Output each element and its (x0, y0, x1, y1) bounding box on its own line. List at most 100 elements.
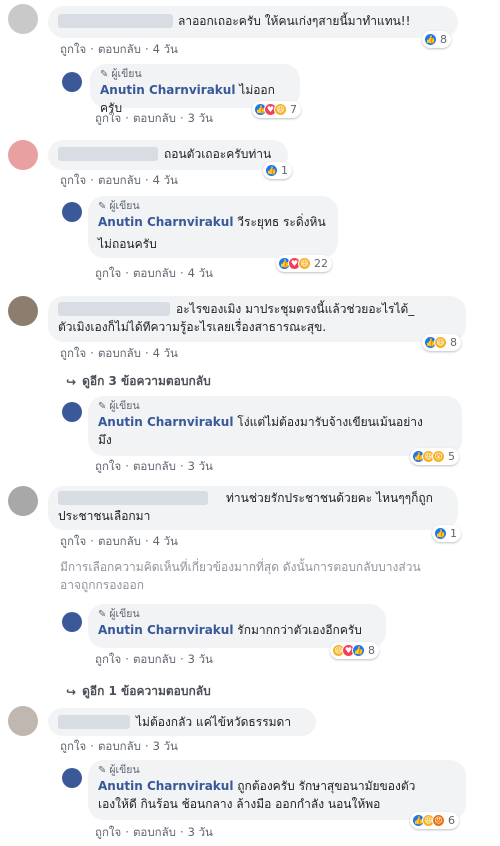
reply-link[interactable]: ตอบกลับ (133, 111, 176, 125)
author-name[interactable]: Anutin Charnvirakul (98, 779, 233, 793)
comment-text: ไม่ต้องกลัว แค่ไข้หวัดธรรมดา (136, 715, 292, 729)
like-link[interactable]: ถูกใจ (60, 42, 86, 56)
reply-link[interactable]: ตอบกลับ (133, 459, 176, 473)
comment-actions: ถูกใจ · ตอบกลับ · 4 วัน (60, 42, 178, 56)
reaction-summary[interactable]: 👍 😆 😠 6 (410, 812, 459, 829)
reaction-summary[interactable]: 👍 ♥ 😆 7 (252, 101, 301, 118)
reply-actions: ถูกใจ · ตอบกลับ · 4 วัน (95, 266, 213, 280)
pencil-icon: ✎ (98, 401, 107, 412)
reply-text: รักมากกว่าตัวเองอีกครับ (237, 623, 362, 637)
reaction-summary[interactable]: 👍 1 (263, 162, 292, 179)
author-name[interactable]: Anutin Charnvirakul (98, 623, 233, 637)
reply-bubble: ✎ ผู้เขียน Anutin Charnvirakul วีระยุทธ ร… (88, 196, 338, 258)
author-badge: ผู้เขียน (109, 200, 140, 212)
like-link[interactable]: ถูกใจ (95, 825, 121, 839)
comment-actions: ถูกใจ · ตอบกลับ · 4 วัน (60, 346, 178, 360)
reply-link[interactable]: ตอบกลับ (98, 173, 141, 187)
reaction-summary[interactable]: 👍 😆 8 (422, 334, 461, 351)
reply-link[interactable]: ตอบกลับ (133, 652, 176, 666)
comment-bubble: อะไรของเมิง มาประชุมตรงนี้แล้วช่วยอะไรได… (48, 296, 466, 342)
reaction-summary[interactable]: 👍 😆 😮 5 (410, 448, 459, 465)
reply-link[interactable]: ตอบกลับ (133, 825, 176, 839)
author-name[interactable]: Anutin Charnvirakul (100, 83, 235, 97)
reply-link[interactable]: ตอบกลับ (133, 266, 176, 280)
commenter-avatar[interactable] (8, 486, 38, 516)
commenter-avatar[interactable] (8, 4, 38, 34)
reply-link[interactable]: ตอบกลับ (98, 739, 141, 753)
pencil-icon: ✎ (100, 69, 109, 80)
like-link[interactable]: ถูกใจ (95, 652, 121, 666)
author-badge: ผู้เขียน (109, 608, 140, 620)
timestamp[interactable]: 4 วัน (153, 173, 178, 187)
reaction-summary[interactable]: 👍 1 (432, 525, 461, 542)
like-icon: 👍 (434, 527, 447, 540)
blurred-name (58, 147, 158, 161)
like-link[interactable]: ถูกใจ (60, 173, 86, 187)
like-link[interactable]: ถูกใจ (95, 111, 121, 125)
author-name[interactable]: Anutin Charnvirakul (98, 415, 233, 429)
reply-link[interactable]: ตอบกลับ (98, 346, 141, 360)
reply-text: โง่แต่ไม่ต้องมารับจ้างเขียนเม้นอย่าง (237, 415, 423, 429)
comment-actions: ถูกใจ · ตอบกลับ · 4 วัน (60, 173, 178, 187)
timestamp[interactable]: 4 วัน (153, 42, 178, 56)
reply-actions: ถูกใจ · ตอบกลับ · 3 วัน (95, 111, 213, 125)
commenter-avatar[interactable] (8, 296, 38, 326)
view-more-replies-button[interactable]: ↪ ดูอีก 3 ข้อความตอบกลับ (66, 372, 211, 391)
blurred-name (58, 14, 173, 28)
wow-icon: 😮 (432, 450, 445, 463)
timestamp[interactable]: 3 วัน (153, 739, 178, 753)
haha-icon: 😆 (274, 103, 287, 116)
like-icon: 👍 (424, 33, 437, 46)
blurred-name (58, 302, 170, 316)
pencil-icon: ✎ (98, 201, 107, 212)
reply-actions: ถูกใจ · ตอบกลับ · 3 วัน (95, 459, 213, 473)
comment-actions: ถูกใจ · ตอบกลับ · 4 วัน (60, 534, 178, 548)
reaction-summary[interactable]: 👍 8 (422, 31, 451, 48)
comment-text-2: ประชาชนเลือกมา (58, 509, 151, 523)
filter-notice: มีการเลือกความคิดเห็นที่เกี่ยวข้องมากที่… (60, 560, 421, 592)
comment-bubble: ท่านช่วยรักประชาชนด้วยคะ ไหนๆๆก็ถูก ประช… (48, 486, 458, 530)
commenter-avatar[interactable] (8, 706, 38, 736)
like-link[interactable]: ถูกใจ (60, 534, 86, 548)
like-link[interactable]: ถูกใจ (95, 266, 121, 280)
timestamp[interactable]: 3 วัน (188, 111, 213, 125)
reply-text-2: ไม่ถอนครับ (98, 237, 157, 251)
timestamp[interactable]: 3 วัน (188, 459, 213, 473)
author-avatar[interactable] (62, 72, 82, 92)
reply-actions: ถูกใจ · ตอบกลับ · 3 วัน (95, 652, 213, 666)
author-badge: ผู้เขียน (111, 68, 142, 80)
timestamp[interactable]: 3 วัน (188, 825, 213, 839)
pencil-icon: ✎ (98, 609, 107, 620)
reply-actions: ถูกใจ · ตอบกลับ · 3 วัน (95, 825, 213, 839)
angry-icon: 😠 (432, 814, 445, 827)
reaction-summary[interactable]: 😆 ♥ 👍 8 (330, 642, 379, 659)
reply-link[interactable]: ตอบกลับ (98, 534, 141, 548)
author-avatar[interactable] (62, 612, 82, 632)
blurred-name (58, 491, 208, 505)
author-avatar[interactable] (62, 402, 82, 422)
author-name[interactable]: Anutin Charnvirakul (98, 215, 233, 229)
comment-bubble: ถอนตัวเถอะครับท่าน (48, 140, 288, 170)
comment-actions: ถูกใจ · ตอบกลับ · 3 วัน (60, 739, 178, 753)
view-more-replies-button[interactable]: ↪ ดูอีก 1 ข้อความตอบกลับ (66, 682, 211, 701)
reply-arrow-icon: ↪ (66, 684, 77, 699)
timestamp[interactable]: 3 วัน (188, 652, 213, 666)
timestamp[interactable]: 4 วัน (188, 266, 213, 280)
like-icon: 👍 (265, 164, 278, 177)
timestamp[interactable]: 4 วัน (153, 534, 178, 548)
comment-text: ท่านช่วยรักประชาชนด้วยคะ ไหนๆๆก็ถูก (226, 491, 433, 505)
comment-text: ลาออกเถอะครับ ให้คนเก่งๆสายนี้มาทำแทน!! (178, 14, 411, 28)
like-link[interactable]: ถูกใจ (95, 459, 121, 473)
reply-link[interactable]: ตอบกลับ (98, 42, 141, 56)
commenter-avatar[interactable] (8, 140, 38, 170)
author-avatar[interactable] (62, 768, 82, 788)
like-link[interactable]: ถูกใจ (60, 739, 86, 753)
timestamp[interactable]: 4 วัน (153, 346, 178, 360)
reply-text-2: มึง (98, 433, 112, 447)
comment-text: อะไรของเมิง มาประชุมตรงนี้แล้วช่วยอะไรได… (176, 302, 415, 316)
reply-text: ถูกต้องครับ รักษาสุขอนามัยของตัว (237, 779, 416, 793)
reaction-summary[interactable]: 👍 ♥ 😆 22 (276, 255, 332, 272)
author-avatar[interactable] (62, 202, 82, 222)
like-link[interactable]: ถูกใจ (60, 346, 86, 360)
reply-text-2: เองให้ดี กินร้อน ช้อนกลาง ล้างมือ ออกกำล… (98, 797, 381, 811)
